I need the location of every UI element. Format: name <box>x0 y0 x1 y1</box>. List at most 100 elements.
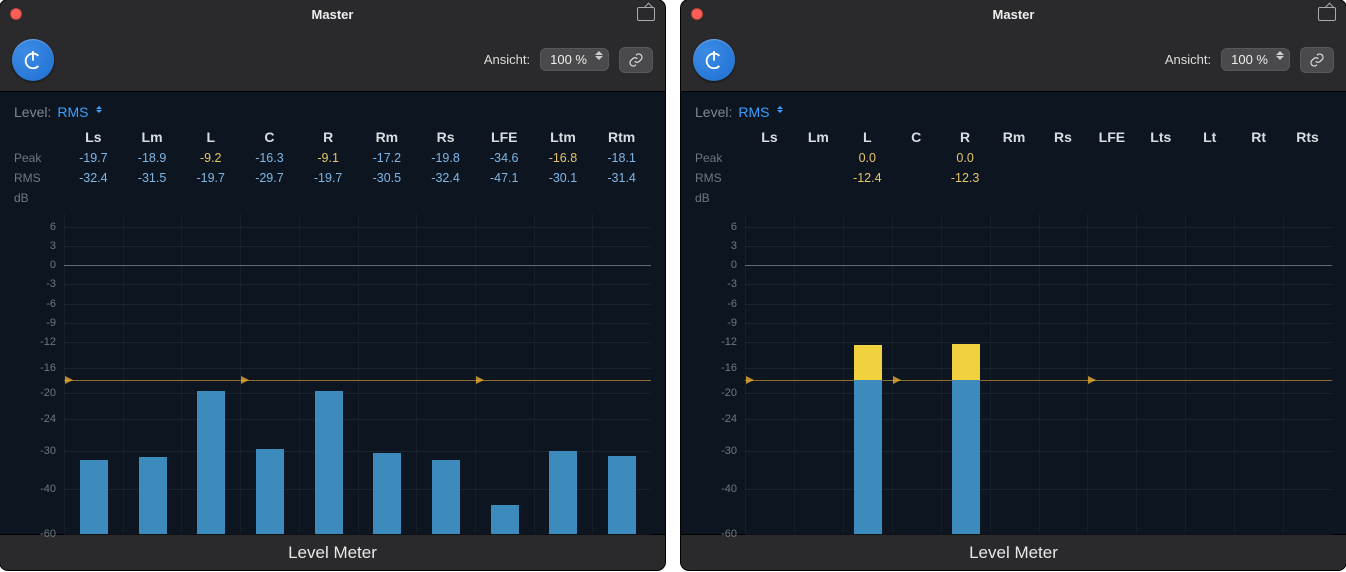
meter-channel <box>941 214 990 534</box>
channel-header[interactable]: Lts <box>1136 126 1185 148</box>
rms-value[interactable] <box>1283 168 1332 188</box>
channel-header[interactable]: C <box>240 126 299 148</box>
rms-value[interactable]: -19.7 <box>299 168 358 188</box>
peak-value[interactable]: -16.3 <box>240 148 299 168</box>
peak-value[interactable] <box>1087 148 1136 168</box>
peak-value[interactable] <box>745 148 794 168</box>
axis-tick: 0 <box>731 259 737 271</box>
channel-header[interactable]: R <box>941 126 990 148</box>
peak-value[interactable] <box>1283 148 1332 168</box>
peak-value[interactable]: -19.7 <box>64 148 123 168</box>
channel-header[interactable]: L <box>843 126 892 148</box>
window-close-button[interactable] <box>10 8 22 20</box>
channel-header[interactable]: Rm <box>358 126 417 148</box>
meter-bar <box>491 505 519 534</box>
target-arrow-icon <box>65 376 73 384</box>
peak-value[interactable]: -18.9 <box>123 148 182 168</box>
channel-header[interactable]: Lm <box>794 126 843 148</box>
channel-header[interactable]: Rs <box>416 126 475 148</box>
blank <box>534 188 593 208</box>
gridline <box>745 534 1332 535</box>
peak-value[interactable] <box>1234 148 1283 168</box>
axis-tick: -6 <box>46 298 56 310</box>
rms-value[interactable]: -30.1 <box>534 168 593 188</box>
level-meter[interactable]: 630-3-6-9-12-16-20-24-30-40-60 <box>695 214 1332 534</box>
power-button[interactable] <box>693 39 735 81</box>
channel-header[interactable]: LFE <box>475 126 534 148</box>
peak-value[interactable]: 0.0 <box>941 148 990 168</box>
window-popout-icon[interactable] <box>637 7 655 21</box>
channel-header[interactable]: Ls <box>745 126 794 148</box>
peak-value[interactable] <box>794 148 843 168</box>
rms-value[interactable]: -30.5 <box>358 168 417 188</box>
view-label: Ansicht: <box>484 52 530 67</box>
rms-value[interactable]: -29.7 <box>240 168 299 188</box>
peak-value[interactable] <box>1039 148 1088 168</box>
axis-tick: -16 <box>721 362 737 374</box>
target-arrow-icon <box>893 376 901 384</box>
link-button[interactable] <box>619 47 653 73</box>
db-label: dB <box>14 188 64 208</box>
plugin-name-footer: Level Meter <box>681 534 1346 570</box>
window-popout-icon[interactable] <box>1318 7 1336 21</box>
peak-value[interactable] <box>892 148 941 168</box>
level-mode-dropdown[interactable]: RMS <box>738 104 783 120</box>
rms-value[interactable]: -12.3 <box>941 168 990 188</box>
channel-header[interactable]: Ltm <box>534 126 593 148</box>
rms-value[interactable]: -47.1 <box>475 168 534 188</box>
channel-header[interactable]: Rs <box>1039 126 1088 148</box>
channel-header[interactable]: Lt <box>1185 126 1234 148</box>
rms-value[interactable] <box>1136 168 1185 188</box>
peak-value[interactable]: 0.0 <box>843 148 892 168</box>
rms-value[interactable] <box>1234 168 1283 188</box>
peak-value[interactable]: -17.2 <box>358 148 417 168</box>
meter-channel <box>1185 214 1234 534</box>
rms-value[interactable]: -19.7 <box>181 168 240 188</box>
rms-value[interactable]: -32.4 <box>64 168 123 188</box>
channel-header[interactable]: Ls <box>64 126 123 148</box>
rms-value[interactable] <box>1039 168 1088 188</box>
rms-value[interactable]: -32.4 <box>416 168 475 188</box>
peak-value[interactable]: -9.1 <box>299 148 358 168</box>
channel-header[interactable]: L <box>181 126 240 148</box>
channel-header[interactable]: Lm <box>123 126 182 148</box>
blank <box>64 188 123 208</box>
channel-header[interactable]: LFE <box>1087 126 1136 148</box>
channel-header[interactable]: Rt <box>1234 126 1283 148</box>
peak-value[interactable] <box>990 148 1039 168</box>
window-close-button[interactable] <box>691 8 703 20</box>
channel-header[interactable]: Rts <box>1283 126 1332 148</box>
level-meter[interactable]: 630-3-6-9-12-16-20-24-30-40-60 <box>14 214 651 534</box>
rms-value[interactable]: -12.4 <box>843 168 892 188</box>
rms-value[interactable] <box>794 168 843 188</box>
rms-value[interactable] <box>892 168 941 188</box>
level-mode-dropdown[interactable]: RMS <box>57 104 102 120</box>
rms-value[interactable] <box>745 168 794 188</box>
zoom-dropdown[interactable]: 100 % <box>1221 48 1290 71</box>
peak-value[interactable]: -16.8 <box>534 148 593 168</box>
rms-value[interactable]: -31.4 <box>592 168 651 188</box>
blank <box>1185 188 1234 208</box>
rms-value[interactable]: -31.5 <box>123 168 182 188</box>
meter-channel <box>1136 214 1185 534</box>
channel-header[interactable]: Rm <box>990 126 1039 148</box>
peak-value[interactable]: -9.2 <box>181 148 240 168</box>
rms-value[interactable] <box>990 168 1039 188</box>
peak-value[interactable]: -34.6 <box>475 148 534 168</box>
power-button[interactable] <box>12 39 54 81</box>
link-button[interactable] <box>1300 47 1334 73</box>
peak-value[interactable] <box>1136 148 1185 168</box>
peak-value[interactable] <box>1185 148 1234 168</box>
axis-tick: -24 <box>721 413 737 425</box>
blank <box>1039 188 1088 208</box>
peak-value[interactable]: -18.1 <box>592 148 651 168</box>
channel-header[interactable]: R <box>299 126 358 148</box>
zoom-dropdown[interactable]: 100 % <box>540 48 609 71</box>
rms-value[interactable] <box>1087 168 1136 188</box>
rms-value[interactable] <box>1185 168 1234 188</box>
blank <box>358 188 417 208</box>
channel-header[interactable]: Rtm <box>592 126 651 148</box>
channel-header[interactable]: C <box>892 126 941 148</box>
peak-value[interactable]: -19.8 <box>416 148 475 168</box>
meter-channel <box>181 214 240 534</box>
